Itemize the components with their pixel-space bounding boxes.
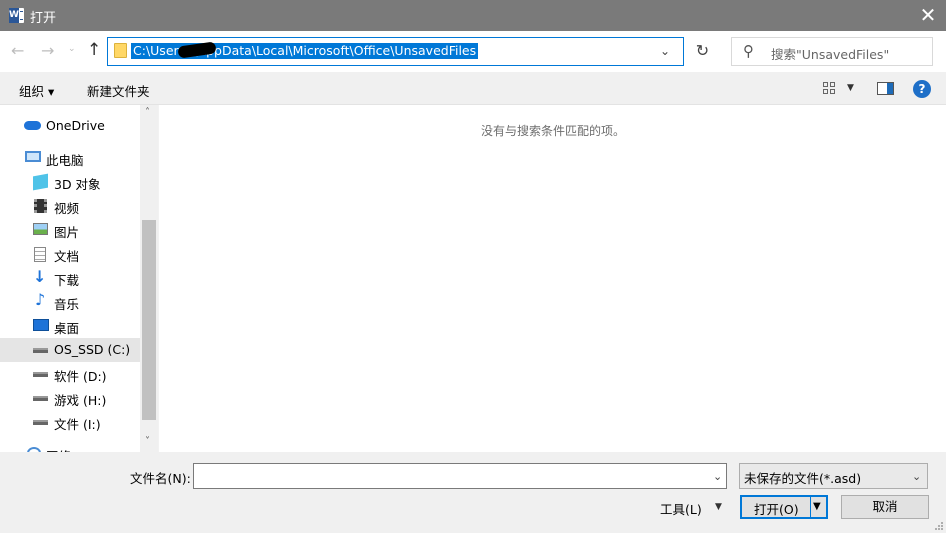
tools-dropdown-icon[interactable]: ▼ xyxy=(715,502,722,512)
preview-pane-button[interactable] xyxy=(877,82,894,95)
tree-item-videos[interactable]: 视频 xyxy=(0,194,140,218)
word-letter: W xyxy=(9,8,19,23)
computer-icon xyxy=(25,151,41,162)
open-button-label: 打开(O) xyxy=(754,502,799,517)
search-placeholder: 搜索"UnsavedFiles" xyxy=(771,47,890,62)
drive-icon xyxy=(33,396,48,401)
pictures-icon xyxy=(33,223,48,235)
tree-item-network[interactable]: 网络 xyxy=(0,442,140,452)
address-dropdown-icon[interactable]: ⌄ xyxy=(660,44,670,58)
filename-history-dropdown-icon[interactable]: ⌄ xyxy=(713,470,722,483)
tree-item-this-pc[interactable]: 此电脑 xyxy=(0,146,140,170)
close-button[interactable]: ✕ xyxy=(910,0,946,31)
file-list-area[interactable] xyxy=(158,105,946,452)
download-icon: ↓ xyxy=(33,267,47,286)
tree-item-onedrive[interactable]: OneDrive xyxy=(0,114,140,138)
tree-item-drive-d[interactable]: 软件 (D:) xyxy=(0,362,140,386)
drive-icon xyxy=(33,420,48,425)
folder-icon xyxy=(114,43,127,58)
tree-item-drive-i[interactable]: 文件 (I:) xyxy=(0,410,140,434)
recent-locations-button[interactable]: ⌄ xyxy=(68,44,76,54)
tree-item-drive-c[interactable]: OS_SSD (C:) xyxy=(0,338,140,362)
drive-icon xyxy=(33,372,48,377)
open-split-divider xyxy=(810,497,811,517)
cancel-button[interactable]: 取消 xyxy=(841,495,929,519)
video-icon xyxy=(34,199,47,213)
scroll-up-icon[interactable]: ˄ xyxy=(145,107,150,118)
filename-label: 文件名(N): xyxy=(130,471,191,486)
3d-objects-icon xyxy=(33,173,48,191)
help-button[interactable]: ? xyxy=(913,80,931,98)
new-folder-button[interactable]: 新建文件夹 xyxy=(87,81,150,100)
file-type-dropdown-icon[interactable]: ⌄ xyxy=(912,470,921,483)
tree-item-downloads[interactable]: ↓ 下载 xyxy=(0,266,140,290)
open-options-dropdown-icon[interactable]: ▼ xyxy=(813,501,821,512)
scroll-down-icon[interactable]: ˅ xyxy=(145,436,150,447)
desktop-icon xyxy=(33,319,49,331)
tree-scrollbar-thumb[interactable] xyxy=(142,220,156,420)
tree-item-pictures[interactable]: 图片 xyxy=(0,218,140,242)
up-one-level-button[interactable]: ↑ xyxy=(87,40,101,60)
empty-results-message: 没有与搜索条件匹配的项。 xyxy=(481,124,626,138)
title-bar xyxy=(0,0,946,31)
filename-input[interactable] xyxy=(193,463,727,489)
resize-grip-icon[interactable] xyxy=(934,521,944,531)
change-view-icon[interactable] xyxy=(823,82,837,95)
word-app-icon: W xyxy=(9,8,24,23)
window-title: 打开 xyxy=(30,11,57,26)
cloud-icon xyxy=(24,121,41,130)
back-button[interactable]: ← xyxy=(11,41,24,60)
refresh-button[interactable]: ↻ xyxy=(684,37,721,66)
tree-item-documents[interactable]: 文档 xyxy=(0,242,140,266)
music-icon: ♪ xyxy=(35,290,46,309)
organize-button[interactable]: 组织 ▾ xyxy=(19,81,54,100)
tools-button[interactable]: 工具(L) xyxy=(660,499,702,518)
view-options-dropdown[interactable]: ▼ xyxy=(847,83,854,93)
tree-item-desktop[interactable]: 桌面 xyxy=(0,314,140,338)
documents-icon xyxy=(34,247,46,262)
tree-item-music[interactable]: ♪ 音乐 xyxy=(0,290,140,314)
navigation-pane: OneDrive 此电脑 3D 对象 视频 图片 文档 ↓ 下载 ♪ 音乐 桌面… xyxy=(0,105,158,452)
search-icon: ⚲ xyxy=(743,42,754,60)
forward-button[interactable]: → xyxy=(41,41,54,60)
file-type-value: 未保存的文件(*.asd) xyxy=(744,471,862,486)
tree-item-drive-h[interactable]: 游戏 (H:) xyxy=(0,386,140,410)
tree-item-3d-objects[interactable]: 3D 对象 xyxy=(0,170,140,194)
system-drive-icon xyxy=(33,348,48,353)
